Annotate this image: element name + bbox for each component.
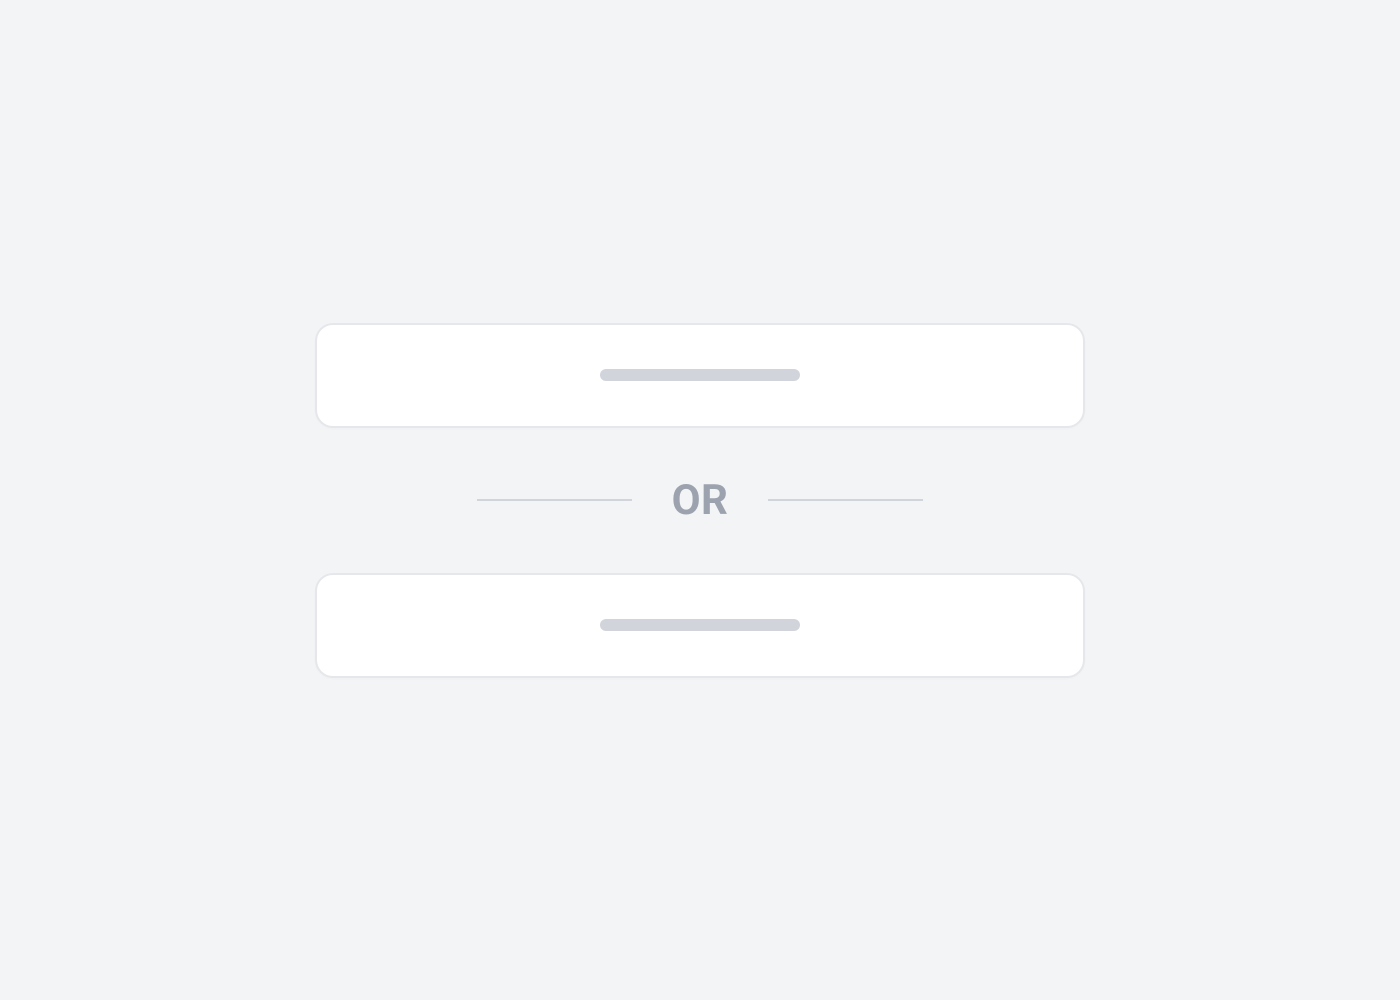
option-button-top[interactable] (315, 323, 1085, 428)
divider-row: OR (315, 476, 1085, 525)
divider-line-left (477, 499, 632, 501)
options-container: OR (315, 323, 1085, 678)
option-button-bottom[interactable] (315, 573, 1085, 678)
skeleton-placeholder (600, 619, 800, 631)
skeleton-placeholder (600, 369, 800, 381)
divider-line-right (768, 499, 923, 501)
divider-label: OR (672, 476, 729, 525)
